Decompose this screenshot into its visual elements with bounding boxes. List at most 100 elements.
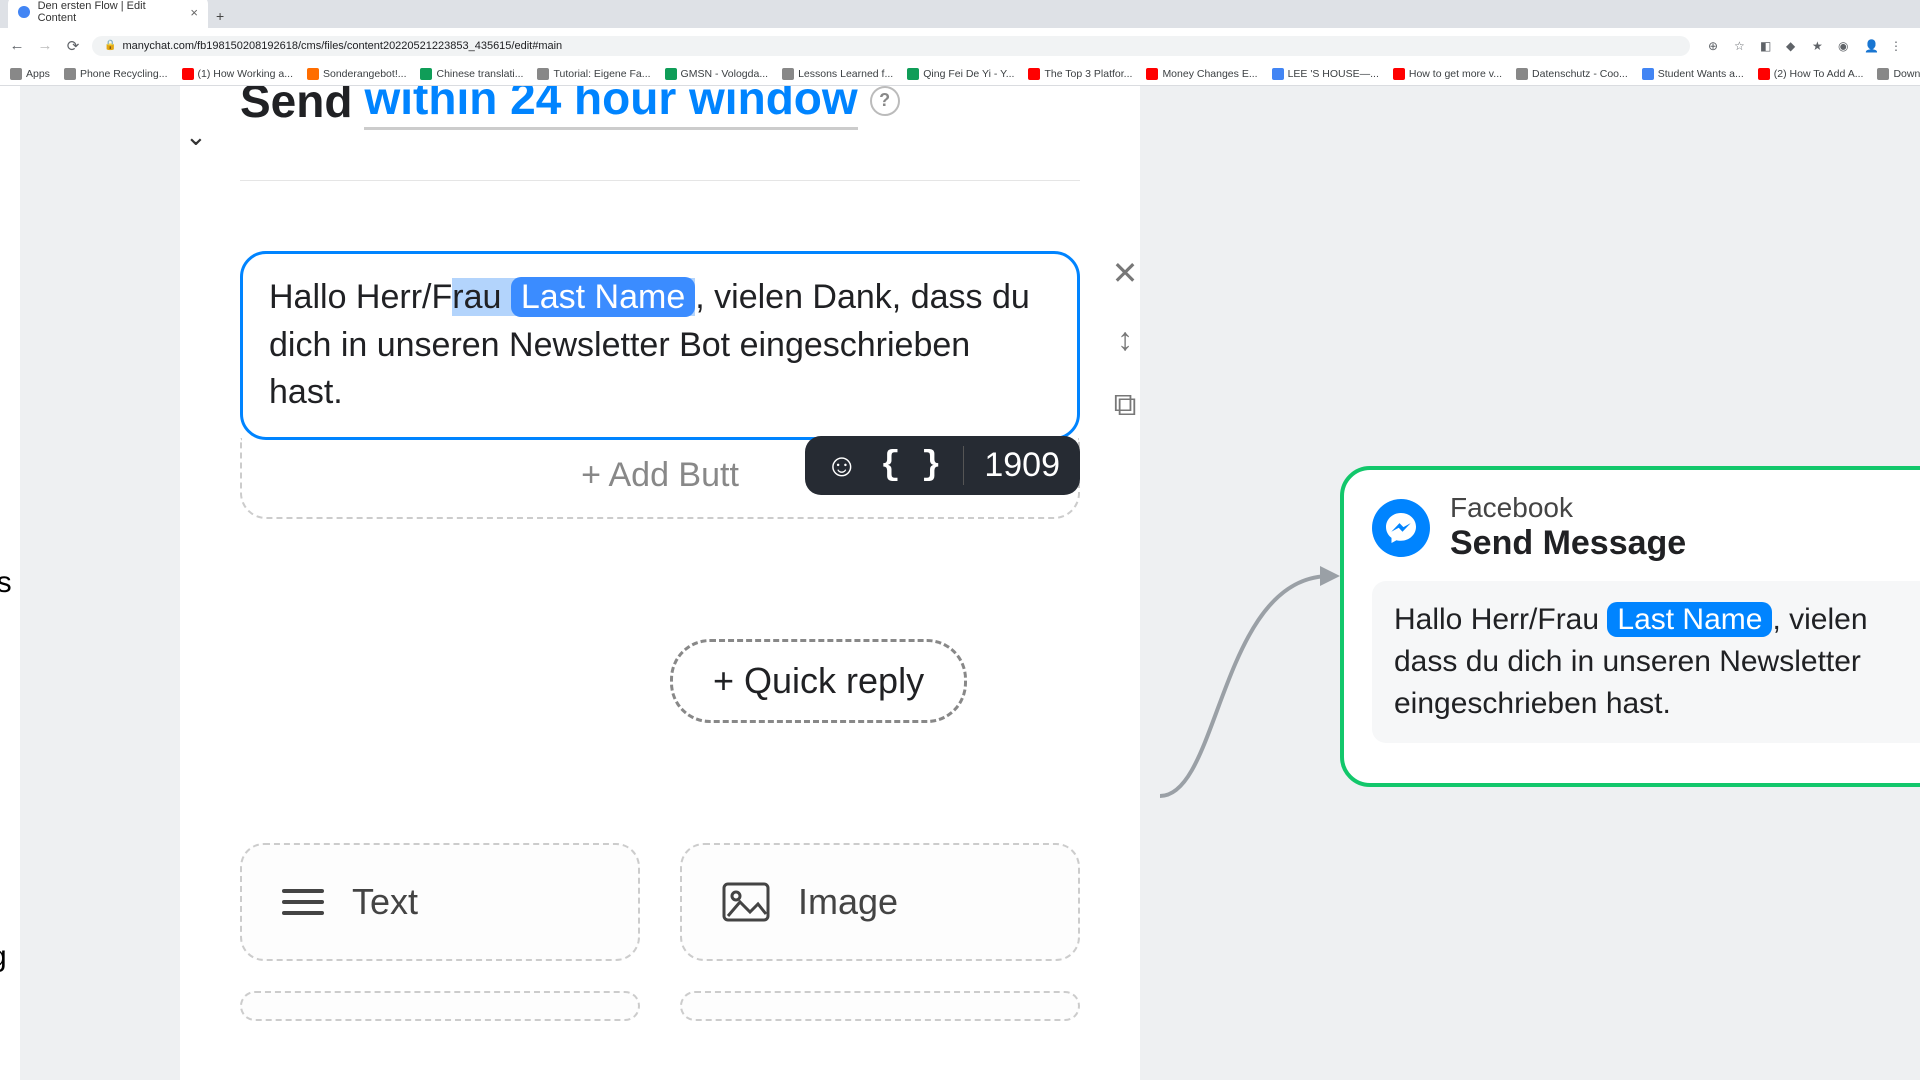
send-window-link[interactable]: within 24 hour window — [364, 86, 857, 130]
emoji-icon[interactable]: ☺ — [825, 447, 858, 484]
bookmark-label: Lessons Learned f... — [798, 68, 893, 80]
help-icon[interactable]: ? — [870, 86, 900, 116]
translate-icon[interactable]: ⊕ — [1708, 39, 1722, 53]
content-type-grid: Text Image — [240, 843, 1080, 961]
variable-chip-lastname[interactable]: Last Name — [511, 277, 695, 317]
add-card-partial-2[interactable] — [680, 991, 1080, 1021]
menu-icon[interactable]: ⋮ — [1890, 39, 1904, 53]
bookmark-favicon — [782, 68, 794, 80]
new-tab-button[interactable]: + — [208, 4, 232, 28]
bookmark-favicon — [1146, 68, 1158, 80]
bookmark-label: (1) How Working a... — [198, 68, 294, 80]
bookmark-item[interactable]: Datenschutz - Coo... — [1516, 68, 1628, 80]
add-card-partial[interactable] — [240, 991, 640, 1021]
browser-chrome: Den ersten Flow | Edit Content × + ← → ⟳… — [0, 0, 1920, 62]
bookmark-favicon — [64, 68, 76, 80]
star-icon[interactable]: ☆ — [1734, 39, 1748, 53]
bookmark-favicon — [1516, 68, 1528, 80]
tab-close-icon[interactable]: × — [190, 5, 198, 20]
bookmark-item[interactable]: (2) How To Add A... — [1758, 68, 1864, 80]
stub-text-2: g — [0, 940, 20, 974]
bookmark-item[interactable]: (1) How Working a... — [182, 68, 294, 80]
selected-text: rau — [452, 278, 511, 316]
messenger-icon — [1372, 499, 1430, 557]
bookmark-item[interactable]: Student Wants a... — [1642, 68, 1744, 80]
variable-insert-icon[interactable]: { } — [880, 447, 941, 485]
flow-platform-label: Facebook — [1450, 492, 1686, 524]
left-panel-stub: ls g — [0, 86, 20, 1080]
bookmark-label: Apps — [26, 68, 50, 80]
bookmark-favicon — [1877, 68, 1889, 80]
preview-line2: dass du dich in unseren Newsletter — [1394, 645, 1861, 678]
url-text: manychat.com/fb198150208192618/cms/files… — [122, 40, 562, 52]
ext-icon-2[interactable]: ◆ — [1786, 39, 1800, 53]
message-editor-panel: ⌄ Send within 24 hour window ? Hallo Her… — [180, 86, 1140, 1080]
bookmark-favicon — [307, 68, 319, 80]
quick-reply-button[interactable]: + Quick reply — [670, 639, 967, 723]
forward-button[interactable]: → — [36, 37, 54, 54]
bookmark-item[interactable]: Tutorial: Eigene Fa... — [537, 68, 650, 80]
flow-node-title: Send Message — [1450, 524, 1686, 563]
collapse-chevron-icon[interactable]: ⌄ — [185, 121, 207, 152]
bookmark-label: The Top 3 Platfor... — [1044, 68, 1132, 80]
bookmark-favicon — [1758, 68, 1770, 80]
address-bar: ← → ⟳ 🔒 manychat.com/fb198150208192618/c… — [0, 28, 1920, 62]
bookmark-favicon — [1028, 68, 1040, 80]
bookmark-favicon — [182, 68, 194, 80]
msg-text-before: Hallo Herr/F — [269, 278, 452, 316]
bookmark-item[interactable]: Apps — [10, 68, 50, 80]
flow-message-preview: Hallo Herr/Frau Last Name, vielen dass d… — [1372, 581, 1920, 743]
toolbar-icons: ⊕ ☆ ◧ ◆ ★ ◉ 👤 ⋮ — [1700, 39, 1912, 53]
char-counter: 1909 — [963, 446, 1060, 485]
move-block-icon[interactable]: ↕ — [1108, 322, 1142, 356]
add-image-card[interactable]: Image — [680, 843, 1080, 961]
delete-block-icon[interactable]: ✕ — [1108, 256, 1142, 290]
bookmark-item[interactable]: Download - Cooki... — [1877, 68, 1920, 80]
bookmark-item[interactable]: Qing Fei De Yi - Y... — [907, 68, 1014, 80]
bookmark-item[interactable]: Sonderangebot!... — [307, 68, 406, 80]
reload-button[interactable]: ⟳ — [64, 37, 82, 55]
quick-reply-label: + Quick reply — [713, 660, 924, 701]
bookmarks-bar: Apps Phone Recycling... (1) How Working a.… — [0, 62, 1920, 86]
bookmark-favicon — [907, 68, 919, 80]
flow-node-send-message[interactable]: Facebook Send Message Hallo Herr/Frau La… — [1340, 466, 1920, 787]
bookmark-label: Download - Cooki... — [1893, 68, 1920, 80]
send-header: Send within 24 hour window ? — [240, 86, 1080, 130]
bookmark-favicon — [1272, 68, 1284, 80]
stub-text-1: ls — [0, 566, 20, 600]
image-icon — [722, 882, 770, 922]
lock-icon: 🔒 — [104, 40, 116, 51]
back-button[interactable]: ← — [8, 37, 26, 54]
message-textarea[interactable]: Hallo Herr/Frau Last Name, vielen Dank, … — [240, 251, 1080, 440]
favicon — [18, 6, 30, 18]
flow-title-wrap: Facebook Send Message — [1450, 492, 1686, 563]
block-side-actions: ✕ ↕ ⧉ — [1108, 256, 1142, 422]
ext-icon-4[interactable]: ◉ — [1838, 39, 1852, 53]
ext-icon-3[interactable]: ★ — [1812, 39, 1826, 53]
tab-bar: Den ersten Flow | Edit Content × + — [0, 0, 1920, 28]
bookmark-favicon — [665, 68, 677, 80]
browser-tab[interactable]: Den ersten Flow | Edit Content × — [8, 0, 208, 28]
bookmark-item[interactable]: Money Changes E... — [1146, 68, 1257, 80]
text-card-label: Text — [352, 881, 418, 923]
bookmark-item[interactable]: GMSN - Vologda... — [665, 68, 769, 80]
duplicate-block-icon[interactable]: ⧉ — [1108, 388, 1142, 422]
preview-line3: eingeschrieben hast. — [1394, 687, 1671, 720]
bookmark-label: Money Changes E... — [1162, 68, 1257, 80]
bookmark-label: Sonderangebot!... — [323, 68, 406, 80]
bookmark-item[interactable]: Chinese translati... — [420, 68, 523, 80]
bookmark-item[interactable]: The Top 3 Platfor... — [1028, 68, 1132, 80]
bookmark-item[interactable]: How to get more v... — [1393, 68, 1502, 80]
bookmark-label: Phone Recycling... — [80, 68, 168, 80]
bookmark-item[interactable]: Phone Recycling... — [64, 68, 168, 80]
bookmark-item[interactable]: LEE 'S HOUSE—... — [1272, 68, 1379, 80]
content-type-grid-2 — [240, 991, 1080, 1021]
bookmark-favicon — [537, 68, 549, 80]
url-field[interactable]: 🔒 manychat.com/fb198150208192618/cms/fil… — [92, 36, 1690, 56]
profile-icon[interactable]: 👤 — [1864, 39, 1878, 53]
preview-after1: , vielen — [1772, 603, 1867, 636]
add-text-card[interactable]: Text — [240, 843, 640, 961]
bookmark-item[interactable]: Lessons Learned f... — [782, 68, 893, 80]
tab-title: Den ersten Flow | Edit Content — [38, 0, 183, 24]
ext-icon-1[interactable]: ◧ — [1760, 39, 1774, 53]
